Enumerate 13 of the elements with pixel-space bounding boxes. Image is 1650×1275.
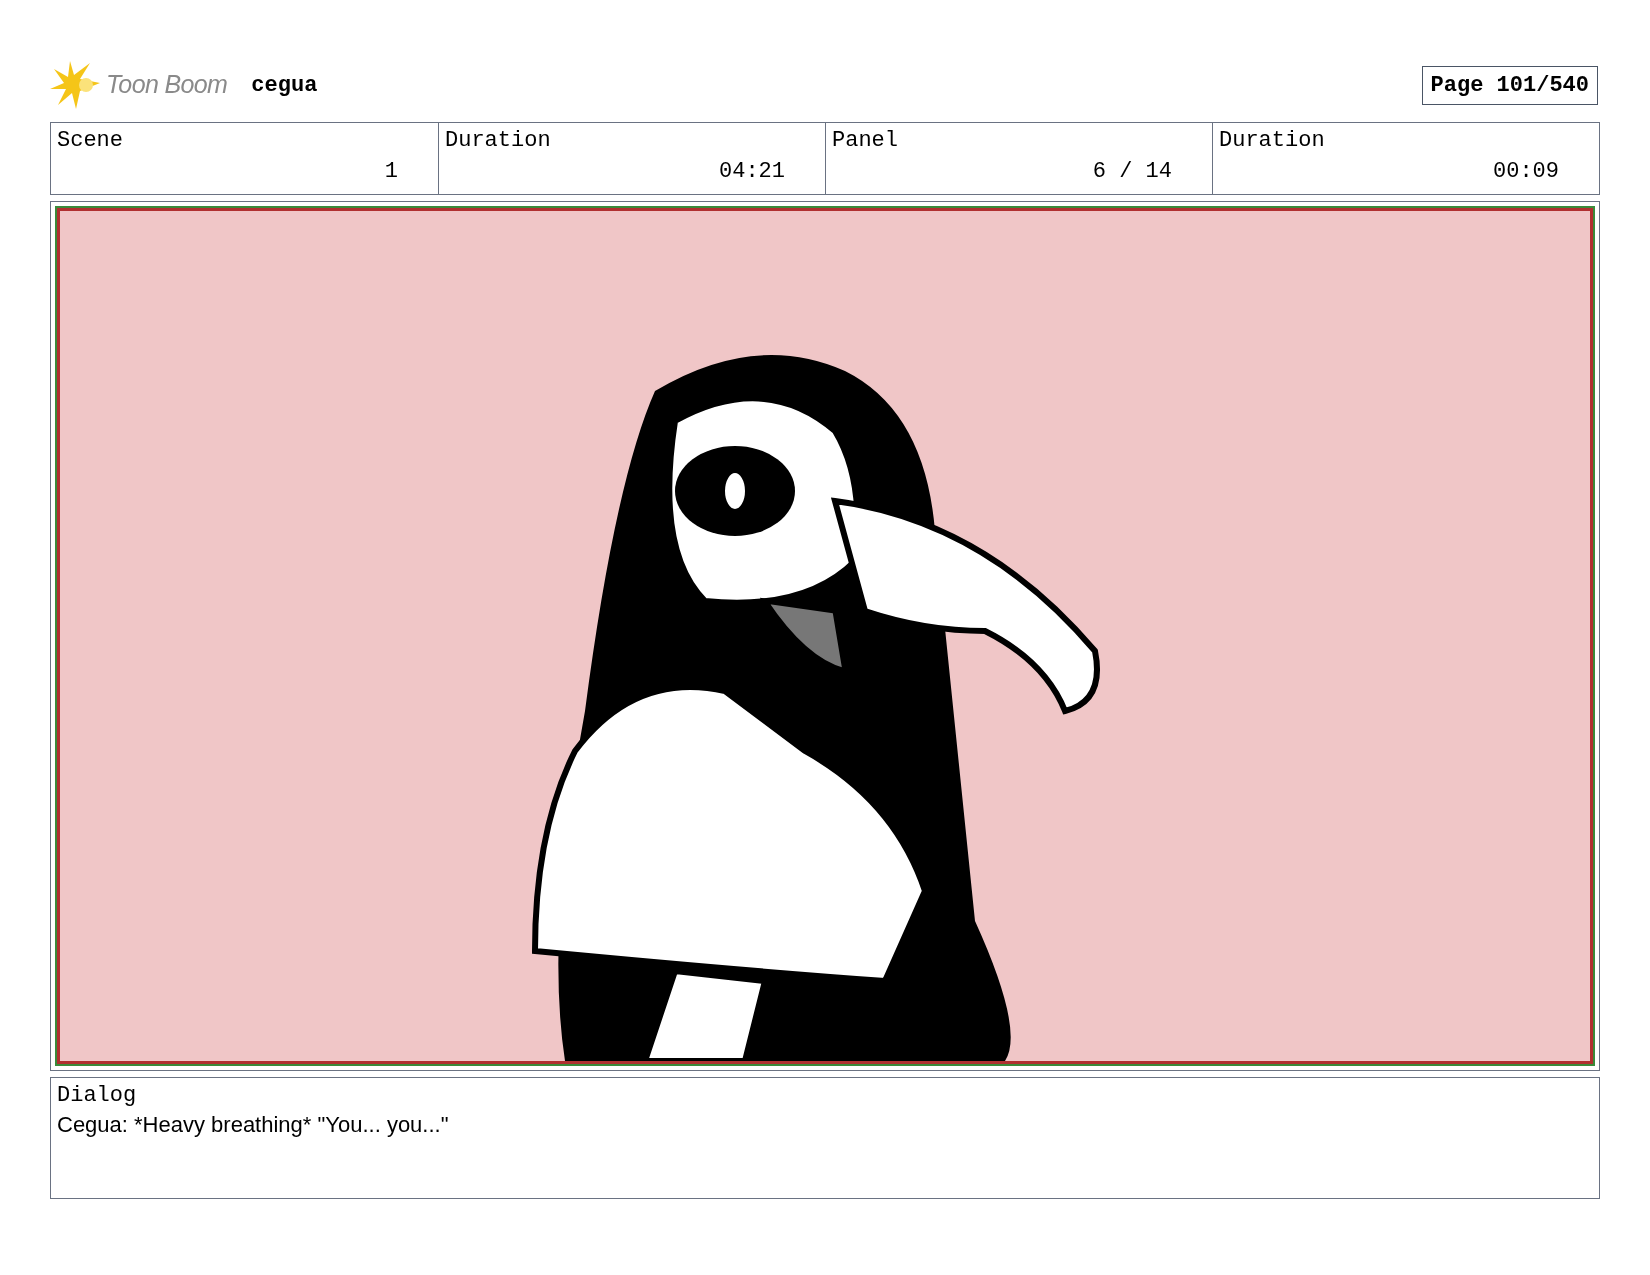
field-value: 04:21 [719, 158, 785, 186]
page-number: Page 101/540 [1421, 65, 1598, 105]
field-label: Duration [1219, 127, 1326, 155]
dialog-text: Cegua: *Heavy breathing* "You... you..." [57, 1111, 450, 1139]
field-label: Panel [832, 127, 899, 155]
dialog-label: Dialog [57, 1082, 138, 1110]
logo-text: Toon Boom [106, 69, 228, 101]
field-value: 00:09 [1493, 158, 1559, 186]
field-value: 6 / 14 [1092, 158, 1172, 186]
field-value: 1 [384, 158, 398, 186]
field-label: Scene [57, 127, 124, 155]
field-label: Duration [445, 127, 552, 155]
project-title: cegua [251, 71, 318, 100]
